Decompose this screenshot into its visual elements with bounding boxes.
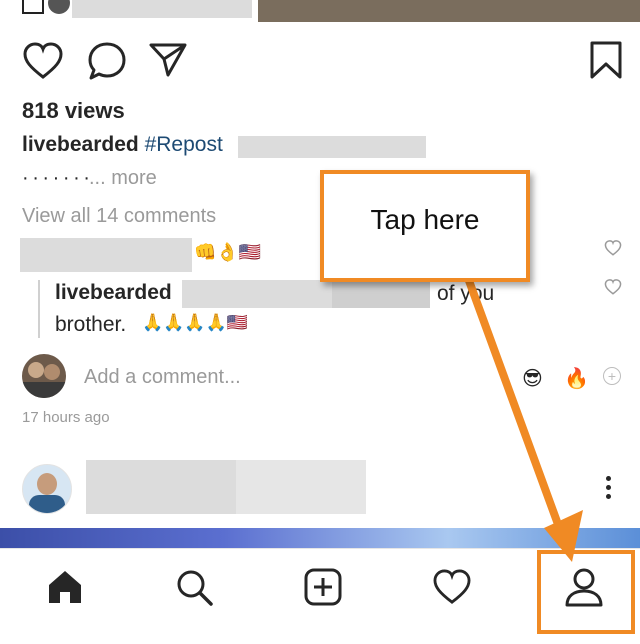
callout-box: Tap here (320, 170, 530, 282)
profile-highlight-box (537, 550, 635, 634)
callout-text: Tap here (370, 204, 480, 235)
annotation-arrow (464, 274, 583, 562)
